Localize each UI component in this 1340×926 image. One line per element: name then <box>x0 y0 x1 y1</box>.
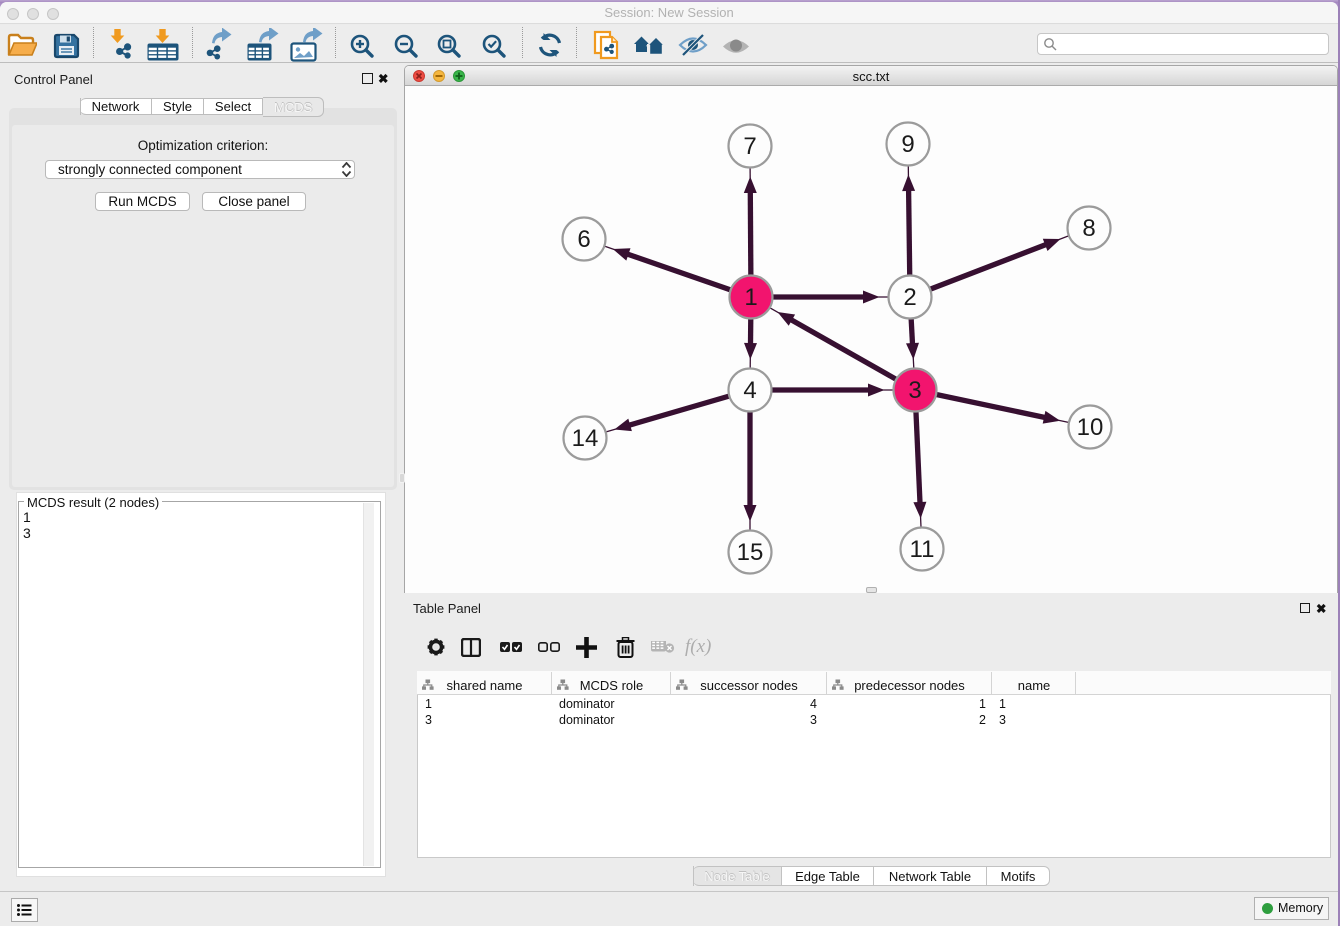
svg-text:6: 6 <box>577 226 590 253</box>
svg-text:7: 7 <box>743 133 756 160</box>
svg-text:1: 1 <box>744 284 757 311</box>
svg-text:2: 2 <box>903 284 916 311</box>
svg-text:11: 11 <box>910 536 935 563</box>
svg-text:4: 4 <box>743 377 756 404</box>
svg-text:10: 10 <box>1077 414 1104 441</box>
svg-text:15: 15 <box>737 539 764 566</box>
svg-text:9: 9 <box>901 131 914 158</box>
svg-text:14: 14 <box>572 425 599 452</box>
svg-text:8: 8 <box>1082 215 1095 242</box>
svg-text:3: 3 <box>908 377 921 404</box>
